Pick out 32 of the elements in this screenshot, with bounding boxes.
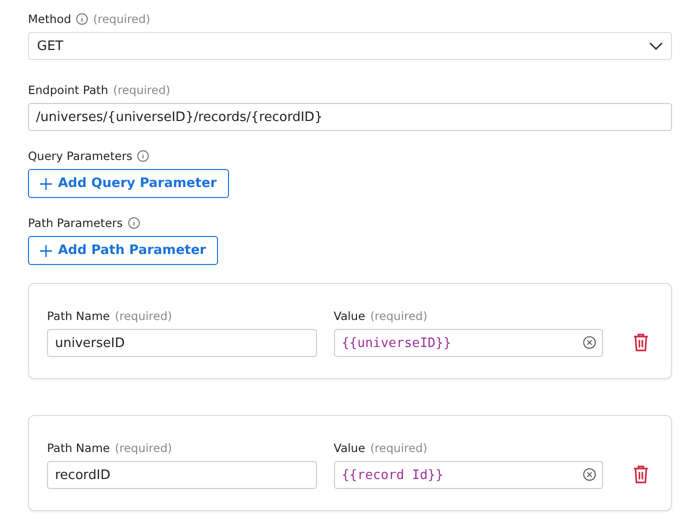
field-label: Method bbox=[28, 12, 72, 26]
path-name-field[interactable]: universeID bbox=[47, 329, 317, 357]
required-hint: (required) bbox=[113, 83, 170, 97]
field-label: Endpoint Path bbox=[28, 83, 108, 97]
clear-icon[interactable] bbox=[583, 336, 596, 349]
plus-icon bbox=[40, 178, 52, 190]
chevron-icon bbox=[649, 42, 663, 50]
info-icon bbox=[128, 217, 140, 229]
endpoint-field[interactable]: /universes/{universeID}/records/{recordID} bbox=[28, 103, 672, 131]
field-label: Path Name bbox=[47, 309, 110, 323]
info-icon bbox=[76, 13, 88, 25]
value-field[interactable]: {{record Id}} bbox=[334, 461, 604, 489]
field-label: Value bbox=[334, 441, 366, 455]
path-name-field[interactable]: recordID bbox=[47, 461, 317, 489]
required-hint: (required) bbox=[114, 309, 172, 323]
field-label: Value bbox=[334, 309, 366, 323]
clear-icon[interactable] bbox=[583, 468, 596, 481]
field-label: Path Name bbox=[47, 441, 110, 455]
plus-icon bbox=[40, 244, 52, 256]
method-select[interactable]: GET bbox=[28, 32, 672, 60]
add-query-button[interactable]: Add Query Parameter bbox=[28, 169, 229, 198]
section-label: Path Parameters bbox=[28, 216, 123, 230]
trash-icon[interactable] bbox=[633, 333, 649, 352]
add-path-button[interactable]: Add Path Parameter bbox=[28, 236, 218, 265]
required-hint: (required) bbox=[370, 441, 428, 455]
section-label: Query Parameters bbox=[28, 149, 132, 163]
info-icon bbox=[137, 150, 150, 162]
required-hint: (required) bbox=[370, 309, 428, 323]
value-field[interactable]: {{universeID}} bbox=[334, 329, 604, 357]
trash-icon[interactable] bbox=[633, 465, 649, 484]
required-hint: (required) bbox=[114, 441, 172, 455]
required-hint: (required) bbox=[93, 12, 150, 26]
